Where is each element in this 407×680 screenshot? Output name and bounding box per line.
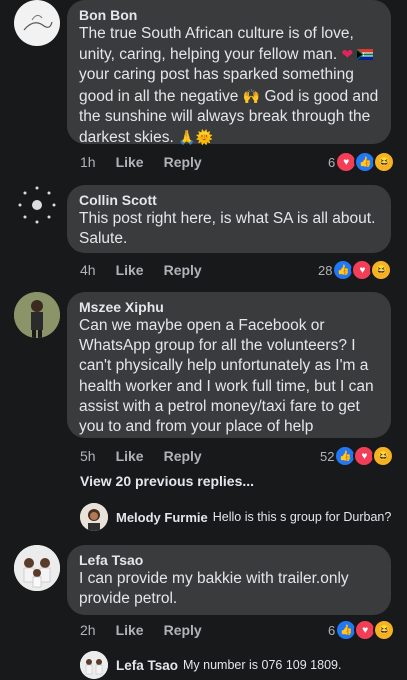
reaction-count: 52 <box>320 448 335 464</box>
reply-button[interactable]: Reply <box>164 448 202 464</box>
avatar-collin-scott[interactable] <box>14 182 60 228</box>
group-photo-icon <box>80 651 108 679</box>
avatar-lefa-tsao[interactable] <box>14 545 60 591</box>
haha-reaction-icon: 😆 <box>373 151 396 173</box>
avatar-mszee-xiphu[interactable] <box>14 292 60 338</box>
timestamp: 2h <box>80 622 96 638</box>
like-button[interactable]: Like <box>116 262 144 278</box>
view-previous-replies-link[interactable]: View 20 previous replies... <box>80 473 254 489</box>
reply-author[interactable]: Lefa Tsao <box>116 658 178 673</box>
avatar-melody-furmie <box>80 503 108 531</box>
haha-reaction-icon: 😆 <box>373 619 396 641</box>
reaction-summary[interactable]: 28 👍 ♥ 😆 <box>318 259 393 281</box>
reaction-count: 6 <box>328 154 336 170</box>
comment-actions: 1h Like Reply <box>80 154 222 170</box>
reply-button[interactable]: Reply <box>164 154 202 170</box>
reaction-count: 6 <box>328 622 336 638</box>
reaction-summary[interactable]: 6 ♥ 👍 😆 <box>328 151 396 173</box>
haha-reaction-icon: 😆 <box>372 445 395 467</box>
person-photo-icon <box>14 292 60 338</box>
reply-text: Hello is this s group for Durban? <box>212 510 392 524</box>
reply-preview[interactable]: Melody Furmie Hello is this s group for … <box>80 503 391 531</box>
like-button[interactable]: Like <box>116 154 144 170</box>
reply-text: My number is 076 109 1809. <box>183 658 342 672</box>
comment-bubble: Bon Bon The true South African culture i… <box>67 0 391 146</box>
avatar-lefa-tsao-small <box>80 651 108 679</box>
comment-bubble: Mszee Xiphu Can we maybe open a Facebook… <box>67 292 391 438</box>
group-photo-icon <box>14 545 60 591</box>
comment-text: This post right here, is what SA is all … <box>79 210 376 248</box>
comment-author[interactable]: Lefa Tsao <box>79 551 379 569</box>
comment-author[interactable]: Collin Scott <box>79 191 379 209</box>
comment-author[interactable]: Bon Bon <box>79 6 379 24</box>
timestamp: 1h <box>80 154 96 170</box>
comment-actions: 4h Like Reply <box>80 262 222 278</box>
haha-reaction-icon: 😆 <box>370 259 393 281</box>
reply-button[interactable]: Reply <box>164 262 202 278</box>
comment-bubble: Collin Scott This post right here, is wh… <box>67 185 391 253</box>
reaction-count: 28 <box>318 262 333 278</box>
raised-hands-icon: 🙌 <box>242 87 261 104</box>
sun-icon: 🌞 <box>195 129 213 146</box>
praying-hands-icon: 🙏 <box>178 129 196 146</box>
heart-icon: ❤ <box>341 46 354 63</box>
comment-text: I can provide my bakkie with trailer.onl… <box>79 570 349 608</box>
person-photo-icon <box>80 503 108 531</box>
reply-button[interactable]: Reply <box>164 622 202 638</box>
like-button[interactable]: Like <box>116 448 144 464</box>
south-africa-flag-icon <box>353 46 374 62</box>
like-button[interactable]: Like <box>116 622 144 638</box>
comment-text: Can we maybe open a Facebook or WhatsApp… <box>79 317 374 436</box>
comment-author[interactable]: Mszee Xiphu <box>79 298 379 316</box>
comment-text: The true South African culture is of lov… <box>79 25 379 147</box>
reply-preview[interactable]: Lefa Tsao My number is 076 109 1809. <box>80 651 341 679</box>
reaction-summary[interactable]: 52 👍 ♥ 😆 <box>320 445 395 467</box>
reaction-summary[interactable]: 6 👍 ♥ 😆 <box>328 619 396 641</box>
avatar-bon-bon[interactable] <box>14 0 60 46</box>
comment-actions: 2h Like Reply <box>80 622 222 638</box>
dotted-circle-avatar-icon <box>18 186 56 224</box>
reply-author[interactable]: Melody Furmie <box>116 510 208 525</box>
comment-actions: 5h Like Reply <box>80 448 222 464</box>
sketch-avatar-icon <box>23 14 53 31</box>
timestamp: 5h <box>80 448 96 464</box>
comment-bubble: Lefa Tsao I can provide my bakkie with t… <box>67 545 391 615</box>
timestamp: 4h <box>80 262 96 278</box>
